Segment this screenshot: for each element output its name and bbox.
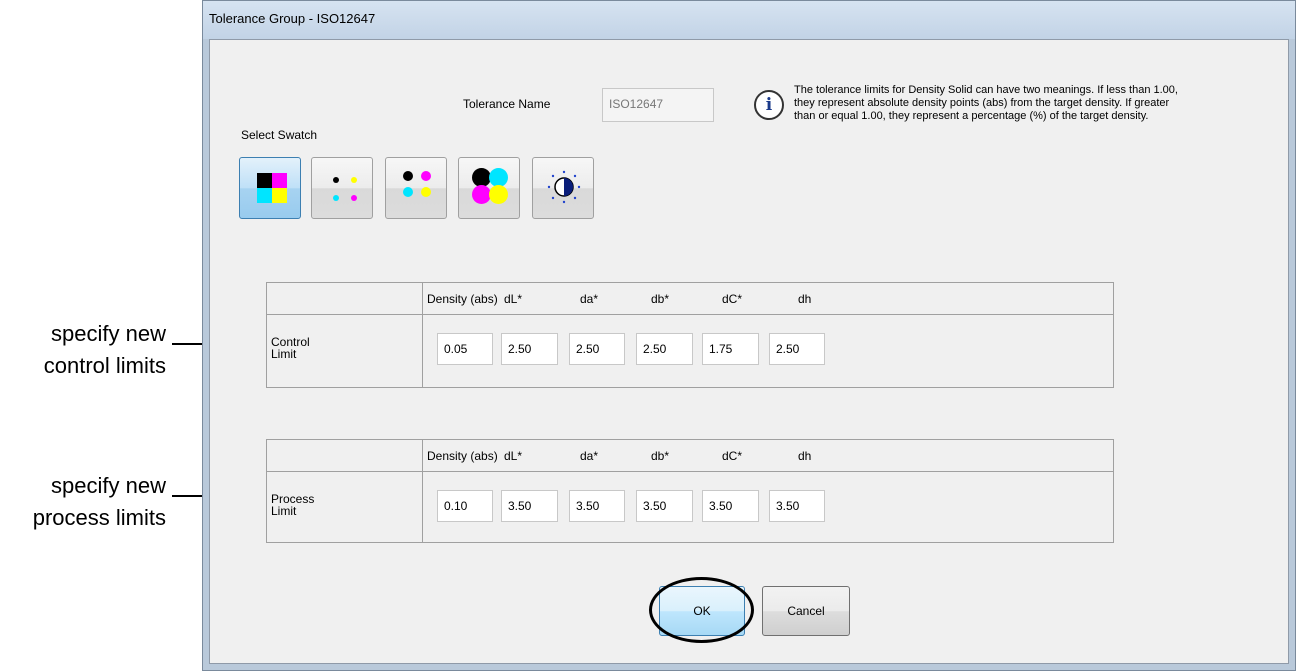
control-dc-input[interactable]: 1.75 <box>702 333 759 365</box>
process-density-input[interactable]: 0.10 <box>437 490 493 522</box>
process-dl-input[interactable]: 3.50 <box>501 490 558 522</box>
process-dc-input[interactable]: 3.50 <box>702 490 759 522</box>
control-db-input[interactable]: 2.50 <box>636 333 693 365</box>
tolerance-name-field[interactable]: ISO12647 <box>602 88 714 122</box>
window-title: Tolerance Group - ISO12647 <box>209 11 376 26</box>
process-annotation-line2: process limits <box>32 505 166 530</box>
col-header-dl: dL* <box>504 449 523 463</box>
info-icon: i <box>754 90 784 120</box>
swatch-button-small-dots[interactable] <box>311 157 373 219</box>
tolerance-dialog: Tolerance Group - ISO12647 Tolerance Nam… <box>202 0 1296 671</box>
col-header-dc: dC* <box>722 292 743 306</box>
select-swatch-label: Select Swatch <box>241 128 318 142</box>
process-annotation: specify new process limits <box>0 470 166 534</box>
col-header-dl: dL* <box>504 292 523 306</box>
process-limit-group: Density (abs) dL* da* db* dC* dh Process… <box>266 439 1114 543</box>
swatch-button-large-dots[interactable] <box>458 157 520 219</box>
info-line-3: than or equal 1.00, they represent a per… <box>794 110 1149 122</box>
control-annotation: specify new control limits <box>0 318 166 382</box>
control-limit-group: Density (abs) dL* da* db* dC* dh Control… <box>266 282 1114 388</box>
large-dots-swatch-icon <box>472 168 510 206</box>
info-line-1: The tolerance limits for Density Solid c… <box>794 84 1178 96</box>
small-dots-swatch-icon <box>330 174 360 204</box>
process-limit-label: Process Limit <box>271 493 314 517</box>
swatch-button-contrast[interactable] <box>532 157 594 219</box>
control-limit-label: Control Limit <box>271 336 310 360</box>
process-dh-input[interactable]: 3.50 <box>769 490 825 522</box>
title-bar[interactable]: Tolerance Group - ISO12647 <box>203 1 1295 39</box>
info-line-2: they represent absolute density points (… <box>794 97 1170 109</box>
col-header-dh: dh <box>798 292 812 306</box>
col-header-dh: dh <box>798 449 812 463</box>
process-annotation-line1: specify new <box>51 473 166 498</box>
control-dh-input[interactable]: 2.50 <box>769 333 825 365</box>
control-annotation-line1: specify new <box>51 321 166 346</box>
control-dl-input[interactable]: 2.50 <box>501 333 558 365</box>
cancel-button[interactable]: Cancel <box>762 586 850 636</box>
divider <box>422 283 423 387</box>
control-annotation-line2: control limits <box>43 353 166 378</box>
col-header-db: db* <box>651 292 670 306</box>
ok-highlight-ring <box>649 577 754 643</box>
process-label-line2: Limit <box>271 504 297 518</box>
swatch-button-medium-dots[interactable] <box>385 157 447 219</box>
col-header-dc: dC* <box>722 449 743 463</box>
control-da-input[interactable]: 2.50 <box>569 333 625 365</box>
info-text: The tolerance limits for Density Solid c… <box>794 84 1178 123</box>
col-header-density: Density (abs) <box>427 292 498 306</box>
swatch-button-solid[interactable] <box>239 157 301 219</box>
divider <box>267 471 1113 472</box>
contrast-swatch-icon <box>546 169 582 205</box>
control-density-input[interactable]: 0.05 <box>437 333 493 365</box>
process-db-input[interactable]: 3.50 <box>636 490 693 522</box>
process-da-input[interactable]: 3.50 <box>569 490 625 522</box>
medium-dots-swatch-icon <box>402 170 432 200</box>
divider <box>267 314 1113 315</box>
col-header-db: db* <box>651 449 670 463</box>
solid-squares-swatch-icon <box>257 173 287 203</box>
dialog-body: Tolerance Name ISO12647 i The tolerance … <box>209 39 1289 664</box>
control-label-line2: Limit <box>271 347 297 361</box>
col-header-da: da* <box>580 449 599 463</box>
col-header-density: Density (abs) <box>427 449 498 463</box>
col-header-da: da* <box>580 292 599 306</box>
divider <box>422 440 423 542</box>
tolerance-name-label: Tolerance Name <box>463 97 551 111</box>
